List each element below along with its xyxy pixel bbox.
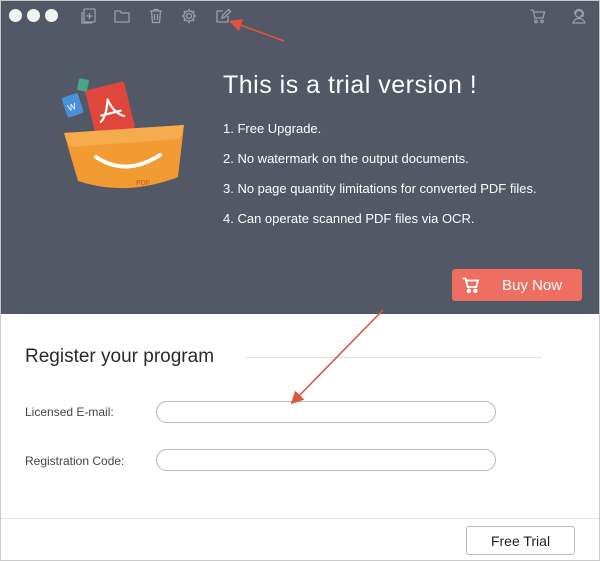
trash-icon[interactable] [146, 6, 166, 26]
feature-item: 4. Can operate scanned PDF files via OCR… [223, 211, 475, 226]
toolbar [1, 1, 599, 31]
feature-item: 2. No watermark on the output documents. [223, 151, 469, 166]
cart-icon [460, 274, 482, 296]
registration-window: W PDF This is a trial version ! 1. Free … [0, 0, 600, 561]
feature-list: 1. Free Upgrade. 2. No watermark on the … [223, 121, 537, 241]
registration-code-field[interactable] [156, 449, 496, 471]
edit-icon[interactable] [213, 6, 233, 26]
email-field[interactable] [156, 401, 496, 423]
add-file-icon[interactable] [79, 6, 99, 26]
divider [245, 357, 542, 358]
support-icon[interactable] [569, 6, 589, 26]
register-heading: Register your program [25, 346, 215, 367]
email-label: Licensed E-mail: [25, 405, 114, 419]
buy-now-label: Buy Now [502, 276, 563, 294]
free-trial-button[interactable]: Free Trial [466, 526, 575, 555]
trial-title: This is a trial version ! [223, 71, 478, 99]
svg-text:PDF: PDF [136, 180, 150, 187]
minimize-window-button[interactable] [27, 9, 40, 22]
buy-now-button[interactable]: Buy Now [452, 269, 582, 301]
pdf-box-illustration: W PDF [56, 69, 206, 199]
trial-header: W PDF This is a trial version ! 1. Free … [1, 1, 599, 314]
close-window-button[interactable] [9, 9, 22, 22]
folder-icon[interactable] [112, 6, 132, 26]
zoom-window-button[interactable] [45, 9, 58, 22]
footer-divider [1, 518, 599, 519]
registration-code-label: Registration Code: [25, 454, 125, 468]
gear-icon[interactable] [179, 6, 199, 26]
feature-item: 1. Free Upgrade. [223, 121, 322, 136]
blue-doc-icon: W [61, 93, 84, 118]
cart-icon[interactable] [528, 6, 548, 26]
annotation-arrow-email [290, 309, 384, 405]
feature-item: 3. No page quantity limitations for conv… [223, 181, 537, 196]
